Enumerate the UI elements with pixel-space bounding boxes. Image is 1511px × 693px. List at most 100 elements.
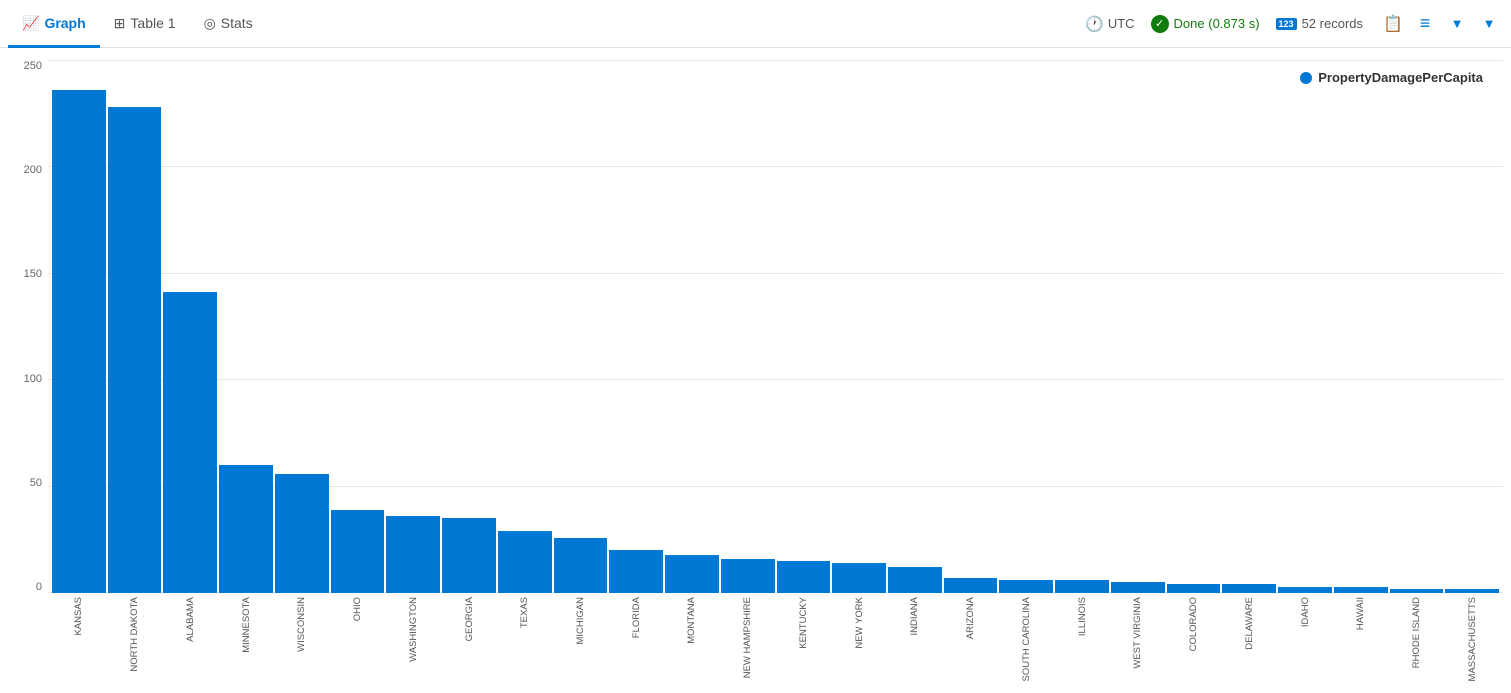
y-label-250: 250 — [8, 60, 48, 72]
y-label-150: 150 — [8, 268, 48, 280]
clock-icon: 🕐 — [1085, 15, 1104, 33]
x-label-wrapper: KENTUCKY — [777, 593, 831, 693]
bar[interactable] — [554, 538, 608, 593]
x-label: WISCONSIN — [296, 597, 307, 652]
bar-wrapper — [1390, 60, 1444, 593]
x-label: ALABAMA — [185, 597, 196, 642]
x-label-wrapper: WASHINGTON — [386, 593, 440, 693]
tab-stats[interactable]: ◎ Stats — [190, 1, 267, 48]
x-label-wrapper: TEXAS — [498, 593, 552, 693]
bar[interactable] — [386, 516, 440, 593]
bar[interactable] — [665, 555, 719, 593]
x-label: INDIANA — [909, 597, 920, 636]
x-label-wrapper: WEST VIRGINIA — [1111, 593, 1165, 693]
tab-table-label: Table 1 — [130, 15, 175, 31]
more-button[interactable]: ▼ — [1475, 10, 1503, 38]
x-label: GEORGIA — [464, 597, 475, 641]
bar[interactable] — [1167, 584, 1221, 593]
bar[interactable] — [163, 292, 217, 593]
bar-wrapper — [721, 60, 775, 593]
bar[interactable] — [832, 563, 886, 593]
bar[interactable] — [888, 567, 942, 593]
copy-button[interactable]: 📋 — [1379, 10, 1407, 38]
x-label: KANSAS — [73, 597, 84, 636]
x-label-wrapper: SOUTH CAROLINA — [999, 593, 1053, 693]
bar-wrapper — [331, 60, 385, 593]
x-label-wrapper: OHIO — [331, 593, 385, 693]
bar[interactable] — [498, 531, 552, 593]
x-label-wrapper: MICHIGAN — [554, 593, 608, 693]
bar-wrapper — [52, 60, 106, 593]
bar[interactable] — [999, 580, 1053, 593]
stats-icon: ◎ — [204, 15, 216, 32]
x-label: WEST VIRGINIA — [1132, 597, 1143, 669]
x-label-wrapper: MASSACHUSETTS — [1445, 593, 1499, 693]
x-label-wrapper: ALABAMA — [163, 593, 217, 693]
expand-button[interactable]: ▼ — [1443, 10, 1471, 38]
bar[interactable] — [944, 578, 998, 593]
y-label-0: 0 — [8, 581, 48, 593]
bar-wrapper — [275, 60, 329, 593]
bar[interactable] — [52, 90, 106, 593]
bar-wrapper — [1278, 60, 1332, 593]
x-label: COLORADO — [1188, 597, 1199, 651]
bar[interactable] — [609, 550, 663, 593]
x-label-wrapper: COLORADO — [1167, 593, 1221, 693]
utc-badge: 🕐 UTC — [1085, 15, 1134, 33]
x-label: MICHIGAN — [575, 597, 586, 645]
bar[interactable] — [721, 559, 775, 593]
x-label-wrapper: NEW YORK — [832, 593, 886, 693]
x-label: FLORIDA — [631, 597, 642, 638]
bar[interactable] — [1222, 584, 1276, 593]
bar[interactable] — [275, 474, 329, 593]
bar-wrapper — [442, 60, 496, 593]
x-label: ILLINOIS — [1077, 597, 1088, 636]
x-label-wrapper: RHODE ISLAND — [1390, 593, 1444, 693]
bar[interactable] — [1055, 580, 1109, 593]
bar[interactable] — [108, 107, 162, 593]
bar[interactable] — [331, 510, 385, 593]
x-label: ARIZONA — [965, 597, 976, 639]
chart-area: PropertyDamagePerCapita 0 50 100 150 200… — [8, 60, 1503, 693]
x-label-wrapper: NEW HAMPSHIRE — [721, 593, 775, 693]
x-label: SOUTH CAROLINA — [1021, 597, 1032, 681]
x-label: MASSACHUSETTS — [1467, 597, 1478, 681]
x-label-wrapper: IDAHO — [1278, 593, 1332, 693]
x-label-wrapper: INDIANA — [888, 593, 942, 693]
x-label-wrapper: GEORGIA — [442, 593, 496, 693]
tab-graph[interactable]: 📈 Graph — [8, 1, 100, 48]
export-button[interactable]: ≡ — [1411, 10, 1439, 38]
records-label: 52 records — [1302, 16, 1363, 31]
bar-wrapper — [777, 60, 831, 593]
bar-wrapper — [386, 60, 440, 593]
records-badge: 123 52 records — [1276, 16, 1363, 31]
bar[interactable] — [777, 561, 831, 593]
bar-wrapper — [219, 60, 273, 593]
x-label-wrapper: ILLINOIS — [1055, 593, 1109, 693]
utc-label: UTC — [1108, 16, 1135, 31]
x-label-wrapper: ARIZONA — [944, 593, 998, 693]
x-label: OHIO — [352, 597, 363, 621]
bar-wrapper — [665, 60, 719, 593]
bar-wrapper — [498, 60, 552, 593]
bar-wrapper — [1222, 60, 1276, 593]
bar-wrapper — [609, 60, 663, 593]
x-label: RHODE ISLAND — [1411, 597, 1422, 668]
x-label-wrapper: MINNESOTA — [219, 593, 273, 693]
bar[interactable] — [219, 465, 273, 593]
bar-wrapper — [554, 60, 608, 593]
x-label: HAWAII — [1355, 597, 1366, 630]
done-badge: ✓ Done (0.873 s) — [1151, 15, 1260, 33]
bar-wrapper — [1334, 60, 1388, 593]
x-label-wrapper: NORTH DAKOTA — [108, 593, 162, 693]
x-label-wrapper: MONTANA — [665, 593, 719, 693]
x-label-wrapper: WISCONSIN — [275, 593, 329, 693]
status-group: 🕐 UTC ✓ Done (0.873 s) 123 52 records 📋 … — [1085, 10, 1503, 38]
chart-container: PropertyDamagePerCapita 0 50 100 150 200… — [0, 48, 1511, 693]
done-check-icon: ✓ — [1151, 15, 1169, 33]
bar[interactable] — [442, 518, 496, 593]
bar-wrapper — [944, 60, 998, 593]
bar[interactable] — [1111, 582, 1165, 593]
y-axis: 0 50 100 150 200 250 — [8, 60, 48, 593]
tab-table[interactable]: ⊞ Table 1 — [100, 1, 190, 48]
